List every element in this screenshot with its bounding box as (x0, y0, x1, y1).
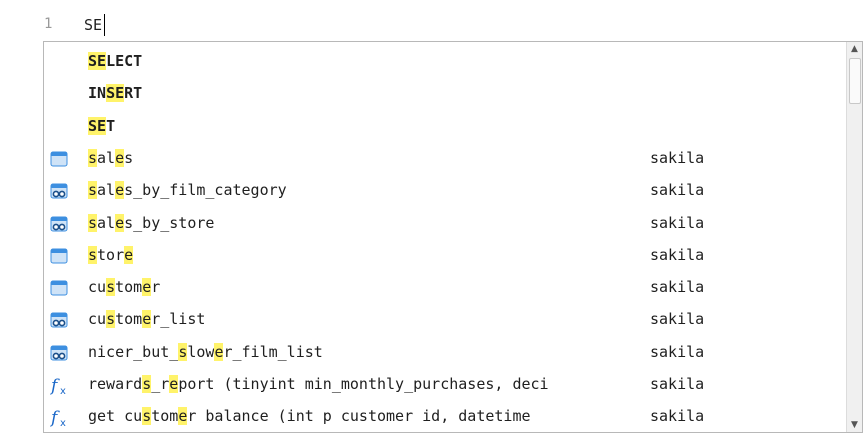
autocomplete-item-label: nicer_but_slower_film_list (88, 342, 323, 361)
autocomplete-item-schema: sakila (650, 310, 705, 329)
autocomplete-item-schema: sakila (650, 278, 705, 297)
autocomplete-item[interactable]: customer sakila (44, 272, 848, 304)
svg-text:x: x (60, 418, 66, 428)
sql-editor[interactable]: 1 SE (0, 0, 863, 44)
editor-text[interactable]: SE (84, 16, 102, 34)
autocomplete-item[interactable]: f x get customer balance (int p customer i… (44, 401, 848, 432)
autocomplete-item-label: customer_list (88, 310, 206, 329)
autocomplete-item-label: sales_by_film_category (88, 181, 287, 200)
autocomplete-item-schema: sakila (650, 407, 705, 426)
autocomplete-item-label: customer (88, 278, 161, 297)
function-icon: fx (49, 376, 68, 397)
svg-text:x: x (60, 386, 66, 396)
line-number: 1 (44, 16, 53, 32)
scroll-down-icon[interactable]: ▼ (847, 418, 862, 432)
autocomplete-item[interactable]: INSERT (44, 78, 848, 110)
scroll-up-icon[interactable]: ▲ (847, 42, 862, 56)
autocomplete-item-schema: sakila (650, 181, 705, 200)
table-icon (50, 247, 68, 265)
autocomplete-item-label: rewards_report (tinyint min_monthly_purc… (88, 375, 549, 393)
autocomplete-item[interactable]: f x rewards_report (tinyint min_monthly_pu… (44, 369, 848, 401)
autocomplete-item[interactable]: sales_by_store sakila (44, 208, 848, 240)
autocomplete-item[interactable]: sales sakila (44, 143, 848, 175)
autocomplete-item[interactable]: store sakila (44, 240, 848, 272)
svg-text:f: f (50, 408, 60, 428)
autocomplete-item[interactable]: SET (44, 111, 848, 143)
autocomplete-item-schema: sakila (650, 342, 705, 361)
view-icon (50, 344, 68, 362)
autocomplete-item-label: sales (88, 148, 134, 167)
autocomplete-item-label: INSERT (88, 84, 143, 103)
view-icon (50, 311, 68, 329)
view-icon (50, 215, 68, 233)
autocomplete-item-label: SET (88, 116, 116, 135)
autocomplete-item-label: get customer balance (int p customer id,… (88, 407, 540, 426)
autocomplete-popup[interactable]: SELECT INSERT SET sales sakila sales_by_film_… (43, 41, 863, 433)
autocomplete-item-label: sales_by_store (88, 213, 215, 232)
view-icon (50, 182, 68, 200)
function-icon: fx (49, 408, 68, 429)
table-icon (50, 150, 68, 168)
autocomplete-item[interactable]: sales_by_film_category sakila (44, 175, 848, 207)
svg-text:f: f (50, 376, 60, 396)
autocomplete-item-label: SELECT (88, 52, 143, 70)
autocomplete-item-schema: sakila (650, 213, 705, 232)
autocomplete-item-schema: sakila (650, 245, 705, 264)
scrollbar[interactable]: ▲ ▼ (846, 42, 862, 432)
table-icon (50, 279, 68, 297)
autocomplete-item[interactable]: nicer_but_slower_film_list sakila (44, 337, 848, 369)
text-caret (104, 14, 105, 36)
autocomplete-item[interactable]: SELECT (44, 46, 848, 78)
autocomplete-item-schema: sakila (650, 148, 705, 167)
autocomplete-item-schema: sakila (650, 375, 705, 393)
autocomplete-item[interactable]: customer_list sakila (44, 304, 848, 336)
scroll-thumb[interactable] (849, 58, 861, 104)
autocomplete-item-label: store (88, 245, 134, 264)
